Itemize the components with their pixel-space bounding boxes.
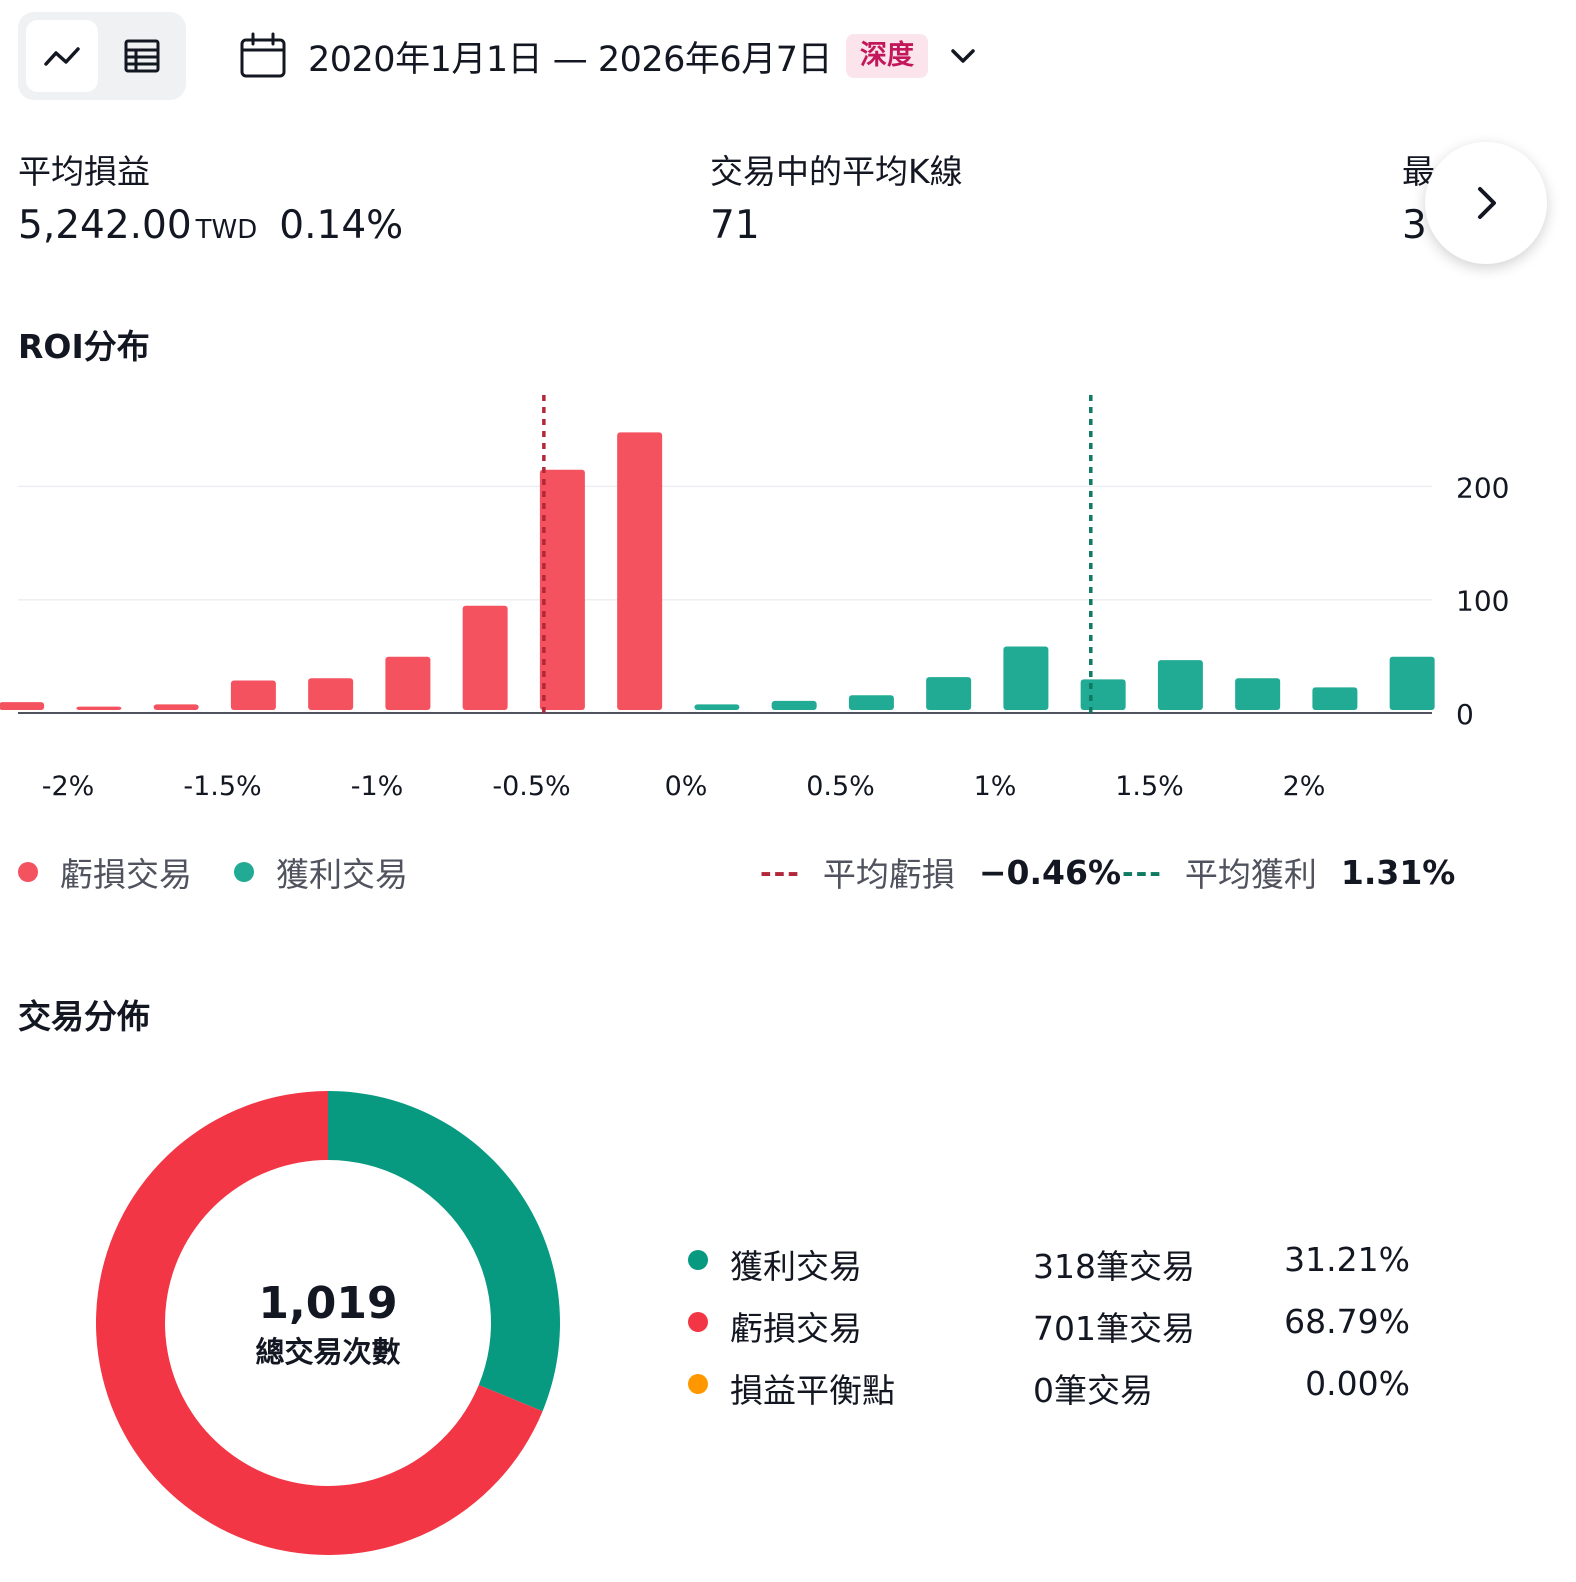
line-chart-icon	[44, 47, 80, 66]
roi-legend-profit: 獲利交易	[234, 848, 408, 896]
avg-loss-label: 平均虧損	[822, 855, 955, 894]
roi-bar[interactable]	[1003, 646, 1049, 710]
roi-histogram: 0 100 200 -2% -1.5% -1% -0.5% 0% 0.5% 1% 1.5% 2%	[0, 395, 1509, 802]
dist-count: 318筆交易	[1033, 1247, 1195, 1286]
distribution-row-profit: 獲利交易 318筆交易 31.21%	[688, 1236, 1418, 1286]
roi-bar[interactable]	[308, 678, 354, 710]
date-range-text: 2020年1月1日 — 2026年6月7日	[308, 39, 832, 80]
roi-bar[interactable]	[76, 706, 122, 710]
roi-bar[interactable]	[771, 700, 817, 710]
x-tick-label: 2%	[1283, 771, 1326, 802]
metric-avg-pnl-label: 平均損益	[18, 152, 150, 191]
x-tick-label: -1.5%	[183, 771, 261, 802]
next-metrics-button[interactable]	[1425, 142, 1547, 264]
roi-bar[interactable]	[617, 432, 663, 710]
roi-bar[interactable]	[1312, 687, 1358, 710]
avg-loss-dash-icon: ---	[760, 855, 801, 889]
roi-bar[interactable]	[0, 702, 45, 710]
roi-bar[interactable]	[230, 680, 276, 710]
calendar-icon	[240, 32, 286, 78]
table-icon	[124, 39, 160, 73]
roi-bar[interactable]	[462, 605, 508, 710]
x-tick-label: 0.5%	[806, 771, 875, 802]
metric-third-value: 3	[1402, 203, 1427, 248]
avg-profit-value: 1.31%	[1340, 852, 1456, 892]
roi-legend-avg-loss: --- 平均虧損 −0.46%	[760, 848, 1121, 896]
roi-bar[interactable]	[1389, 656, 1435, 710]
metric-avg-pnl-value: 5,242.00 TWD 0.14%	[18, 203, 403, 248]
profit-legend-label: 獲利交易	[276, 855, 408, 894]
dist-percent: 68.79%	[1284, 1302, 1410, 1341]
dist-percent: 0.00%	[1305, 1364, 1410, 1403]
depth-badge: 深度	[845, 34, 928, 78]
x-tick-label: 0%	[665, 771, 708, 802]
y-tick-label: 200	[1456, 471, 1509, 504]
dist-label: 虧損交易	[730, 1309, 862, 1348]
x-tick-label: 1.5%	[1115, 771, 1184, 802]
y-tick-label: 100	[1456, 585, 1509, 618]
date-range-picker[interactable]: 2020年1月1日 — 2026年6月7日 深度	[238, 28, 978, 84]
distribution-row-breakeven: 損益平衡點 0筆交易 0.00%	[688, 1360, 1418, 1410]
roi-bar[interactable]	[848, 695, 894, 710]
x-tick-label: 1%	[974, 771, 1017, 802]
loss-dot	[18, 862, 38, 882]
donut-total: 1,019	[258, 1278, 397, 1329]
loss-dot	[688, 1312, 708, 1332]
donut-total-label: 總交易次數	[255, 1335, 400, 1369]
x-tick-label: -2%	[42, 771, 95, 802]
roi-legend-loss: 虧損交易	[18, 848, 192, 896]
chart-view-button[interactable]	[26, 20, 98, 92]
metric-avg-bars-value: 71	[710, 203, 760, 248]
metric-avg-bars-label: 交易中的平均K線	[710, 152, 963, 191]
roi-legend-avg-profit: --- 平均獲利 1.31%	[1122, 848, 1455, 896]
dist-count: 701筆交易	[1033, 1309, 1195, 1348]
roi-bar[interactable]	[539, 469, 585, 710]
avg-loss-value: −0.46%	[978, 852, 1122, 892]
chevron-down-icon[interactable]	[948, 41, 978, 71]
roi-bar[interactable]	[385, 656, 431, 710]
x-tick-label: -0.5%	[492, 771, 570, 802]
avg-pnl-amount: 5,242.00	[18, 203, 192, 248]
roi-bar[interactable]	[1235, 678, 1281, 710]
breakeven-dot	[688, 1374, 708, 1394]
view-toggle	[18, 12, 186, 100]
roi-bar[interactable]	[694, 704, 740, 710]
profit-dot	[688, 1250, 708, 1270]
dist-label: 獲利交易	[730, 1247, 862, 1286]
roi-bar[interactable]	[153, 704, 199, 710]
distribution-section-title: 交易分佈	[18, 997, 150, 1036]
roi-bar[interactable]	[1080, 679, 1126, 710]
dist-percent: 31.21%	[1284, 1240, 1410, 1279]
table-view-button[interactable]	[106, 20, 178, 92]
distribution-row-loss: 虧損交易 701筆交易 68.79%	[688, 1298, 1418, 1348]
x-tick-label: -1%	[351, 771, 404, 802]
roi-section-title: ROI分布	[18, 327, 150, 366]
dist-label: 損益平衡點	[730, 1371, 895, 1410]
roi-bar[interactable]	[926, 677, 972, 710]
profit-dot	[234, 862, 254, 882]
distribution-donut-chart: 1,019 總交易次數	[95, 1091, 560, 1555]
avg-profit-dash-icon: ---	[1122, 855, 1163, 889]
roi-bar[interactable]	[1157, 660, 1203, 710]
chevron-right-icon	[1478, 187, 1496, 219]
avg-pnl-unit: TWD	[195, 215, 258, 245]
y-tick-label: 0	[1456, 698, 1474, 731]
dist-count: 0筆交易	[1033, 1371, 1153, 1410]
avg-profit-label: 平均獲利	[1184, 855, 1317, 894]
avg-pnl-percent: 0.14%	[279, 203, 404, 248]
loss-legend-label: 虧損交易	[60, 855, 192, 894]
